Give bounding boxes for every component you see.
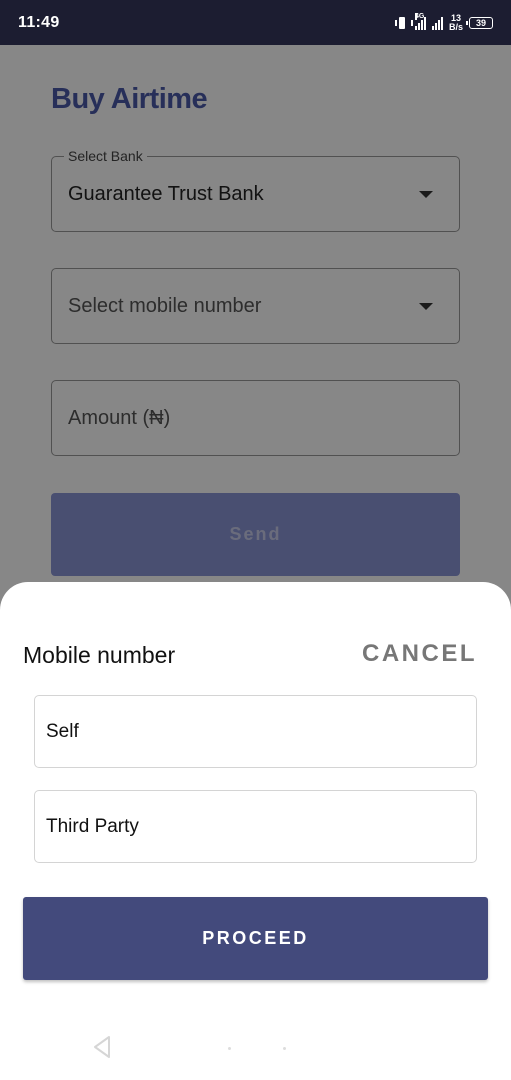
recents-icon[interactable] <box>283 1047 286 1050</box>
home-icon[interactable] <box>228 1047 231 1050</box>
battery-level: 39 <box>475 17 486 28</box>
battery-icon: 39 <box>466 16 493 29</box>
vibrate-icon <box>394 16 413 30</box>
signal-icon-2 <box>431 16 443 30</box>
proceed-button[interactable]: PROCEED <box>23 897 488 980</box>
sheet-title: Mobile number <box>23 642 176 668</box>
speed-unit: B/s <box>448 21 463 32</box>
option-third-party[interactable]: Third Party <box>34 790 477 863</box>
option-self[interactable]: Self <box>34 695 477 768</box>
cancel-button[interactable]: CANCEL <box>362 640 477 668</box>
mobile-number-sheet: Mobile number CANCEL Self Third Party PR… <box>0 582 511 1080</box>
back-icon[interactable] <box>90 1034 116 1060</box>
status-time: 11:49 <box>18 13 60 31</box>
network-speed: 13 B/s <box>448 13 463 32</box>
system-nav-bar <box>0 1020 511 1080</box>
status-icons: 4G 13 B/s 39 <box>394 12 493 32</box>
signal-icon: 4G <box>414 12 426 30</box>
option-label: Third Party <box>46 815 139 837</box>
status-bar: 11:49 4G 13 B/s 39 <box>0 0 511 45</box>
network-type-label: 4G <box>414 12 425 20</box>
option-label: Self <box>46 720 79 742</box>
